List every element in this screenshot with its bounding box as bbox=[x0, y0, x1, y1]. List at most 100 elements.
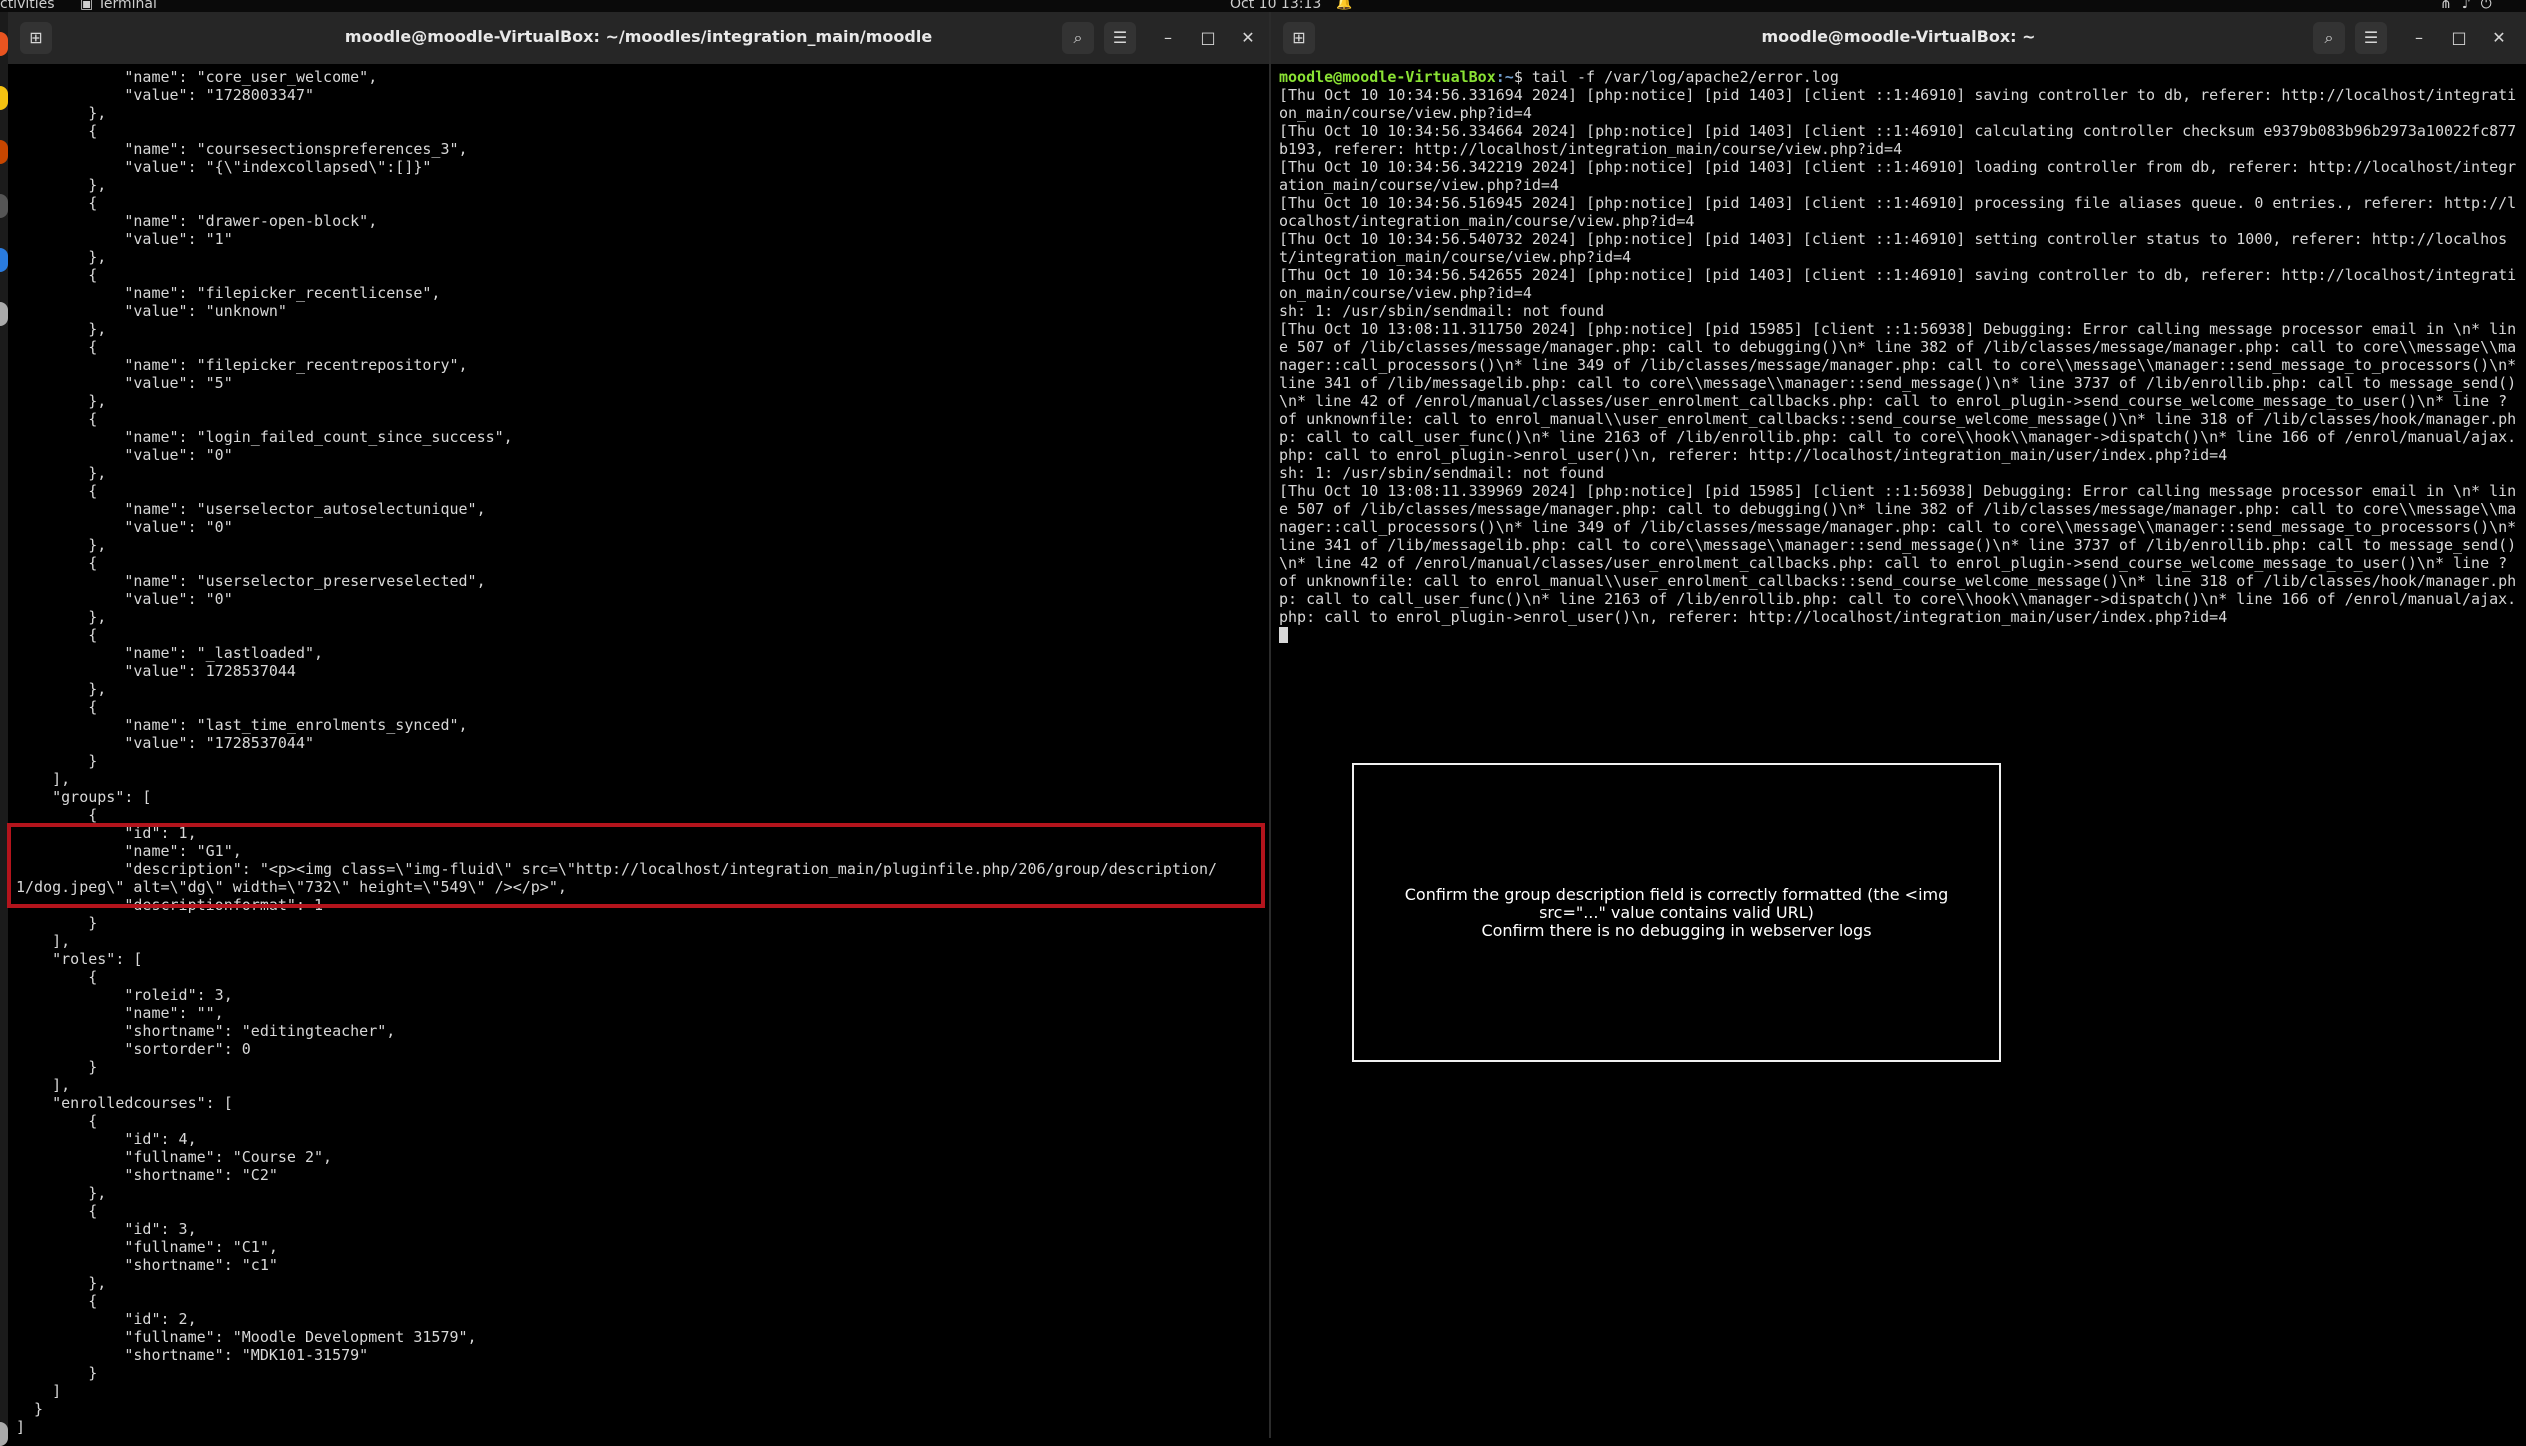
output-line: "roleid": 3, bbox=[16, 986, 233, 1004]
output-line: "value": "0" bbox=[16, 518, 233, 536]
log-line: [Thu Oct 10 10:34:56.334664 2024] [php:n… bbox=[1279, 122, 2517, 158]
output-line: }, bbox=[16, 248, 107, 266]
output-line: ], bbox=[16, 932, 71, 950]
terminal-window-right[interactable]: ⊞ moodle@moodle-VirtualBox: ~ ⌕ ☰ – □ ✕ … bbox=[1271, 12, 2526, 1438]
output-line: }, bbox=[16, 536, 107, 554]
network-icon: ⋔ bbox=[2440, 0, 2462, 12]
maximize-button[interactable]: □ bbox=[2443, 22, 2475, 54]
output-line: { bbox=[16, 1112, 98, 1130]
output-line: "groups": [ bbox=[16, 788, 152, 806]
search-icon: ⌕ bbox=[2324, 28, 2334, 47]
output-line: "roles": [ bbox=[16, 950, 143, 968]
close-button[interactable]: ✕ bbox=[2483, 22, 2515, 54]
output-line: "value": "5" bbox=[16, 374, 233, 392]
output-line: "name": "coursesectionspreferences_3", bbox=[16, 140, 468, 158]
output-line: "value": "1728003347" bbox=[16, 86, 315, 104]
output-line: { bbox=[16, 698, 98, 716]
output-line: }, bbox=[16, 464, 107, 482]
instruction-note: Confirm the group description field is c… bbox=[1352, 763, 2001, 1062]
note-line-1: Confirm the group description field is c… bbox=[1404, 884, 1949, 922]
note-line-2: Confirm there is no debugging in webserv… bbox=[1481, 920, 1872, 940]
output-line: "fullname": "Moodle Development 31579", bbox=[16, 1328, 477, 1346]
output-line: { bbox=[16, 338, 98, 356]
hamburger-icon: ☰ bbox=[1112, 28, 1128, 47]
dock-app-icon[interactable] bbox=[0, 248, 8, 272]
menu-button[interactable]: ☰ bbox=[1104, 22, 1136, 54]
output-line: }, bbox=[16, 104, 107, 122]
prompt-user: moodle@moodle-VirtualBox bbox=[1279, 68, 1496, 86]
output-line: "sortorder": 0 bbox=[16, 1040, 251, 1058]
output-line: "value": 1728537044 bbox=[16, 662, 296, 680]
output-line: "name": "filepicker_recentlicense", bbox=[16, 284, 441, 302]
output-line: "name": "userselector_autoselectunique", bbox=[16, 500, 486, 518]
log-line: [Thu Oct 10 10:34:56.542655 2024] [php:n… bbox=[1279, 266, 2517, 302]
output-line: "fullname": "C1", bbox=[16, 1238, 278, 1256]
close-button[interactable]: ✕ bbox=[1232, 22, 1264, 54]
terminal-output[interactable]: "name": "core_user_welcome", "value": "1… bbox=[16, 68, 1269, 1438]
output-line: { bbox=[16, 194, 98, 212]
show-apps-icon[interactable] bbox=[0, 1422, 8, 1446]
output-line: "value": "1" bbox=[16, 230, 233, 248]
output-line: ], bbox=[16, 1076, 71, 1094]
output-line: } bbox=[16, 1364, 98, 1382]
output-line: { bbox=[16, 482, 98, 500]
dock-app-icon[interactable] bbox=[0, 32, 8, 56]
output-line: "name": "drawer-open-block", bbox=[16, 212, 378, 230]
log-line: [Thu Oct 10 10:34:56.331694 2024] [php:n… bbox=[1279, 86, 2517, 122]
output-line: } bbox=[16, 752, 98, 770]
close-icon: ✕ bbox=[2492, 28, 2506, 47]
maximize-button[interactable]: □ bbox=[1192, 22, 1224, 54]
minimize-button[interactable]: – bbox=[2403, 22, 2435, 54]
dock-app-icon[interactable] bbox=[0, 302, 8, 326]
log-line: [Thu Oct 10 10:34:56.342219 2024] [php:n… bbox=[1279, 158, 2517, 194]
output-line: "value": "0" bbox=[16, 590, 233, 608]
terminal-output[interactable]: moodle@moodle-VirtualBox:~$ tail -f /var… bbox=[1279, 68, 2526, 1438]
app-menu-terminal[interactable]: ▣ Terminal bbox=[80, 0, 157, 11]
log-line: [Thu Oct 10 10:34:56.516945 2024] [php:n… bbox=[1279, 194, 2517, 230]
minimize-icon: – bbox=[1164, 28, 1172, 47]
json-output: "name": "core_user_welcome", "value": "1… bbox=[16, 68, 1269, 1436]
search-button[interactable]: ⌕ bbox=[1062, 22, 1094, 54]
output-line: "value": "1728537044" bbox=[16, 734, 315, 752]
system-tray[interactable]: ⋔♪⏻ bbox=[2440, 0, 2502, 12]
output-line: "name": "login_failed_count_since_succes… bbox=[16, 428, 513, 446]
command-text: tail -f /var/log/apache2/error.log bbox=[1522, 68, 1839, 86]
activities-button[interactable]: ctivities bbox=[0, 0, 55, 11]
output-line: "name": "core_user_welcome", bbox=[16, 68, 378, 86]
prompt-symbol: $ bbox=[1513, 68, 1523, 86]
output-line: ], bbox=[16, 770, 71, 788]
search-button[interactable]: ⌕ bbox=[2313, 22, 2345, 54]
output-line: "name": "userselector_preserveselected", bbox=[16, 572, 486, 590]
output-line: { bbox=[16, 806, 98, 824]
output-line: }, bbox=[16, 1184, 107, 1202]
minimize-button[interactable]: – bbox=[1152, 22, 1184, 54]
dock-terminal-icon[interactable] bbox=[0, 194, 8, 218]
maximize-icon: □ bbox=[1200, 28, 1216, 47]
output-line: "name": "_lastloaded", bbox=[16, 644, 324, 662]
volume-icon: ♪ bbox=[2461, 0, 2481, 12]
log-line: [Thu Oct 10 13:08:11.311750 2024] [php:n… bbox=[1279, 320, 2526, 464]
dock-app-icon[interactable] bbox=[0, 140, 8, 164]
output-line: "name": "filepicker_recentrepository", bbox=[16, 356, 468, 374]
output-line: { bbox=[16, 1292, 98, 1310]
menu-button[interactable]: ☰ bbox=[2355, 22, 2387, 54]
text-cursor bbox=[1279, 627, 1288, 643]
output-line: }, bbox=[16, 680, 107, 698]
log-line: sh: 1: /usr/sbin/sendmail: not found bbox=[1279, 464, 1605, 482]
output-line: "fullname": "Course 2", bbox=[16, 1148, 333, 1166]
output-line: }, bbox=[16, 320, 107, 338]
search-icon: ⌕ bbox=[1073, 28, 1083, 47]
dock-app-icon[interactable] bbox=[0, 86, 8, 110]
log-output: moodle@moodle-VirtualBox:~$ tail -f /var… bbox=[1279, 68, 2525, 644]
clock[interactable]: Oct 10 13:13 bbox=[1230, 0, 1321, 11]
output-line: "enrolledcourses": [ bbox=[16, 1094, 233, 1112]
output-line: "id": 3, bbox=[16, 1220, 197, 1238]
output-line: "name": "last_time_enrolments_synced", bbox=[16, 716, 468, 734]
log-line: [Thu Oct 10 10:34:56.540732 2024] [php:n… bbox=[1279, 230, 2508, 266]
output-line: "name": "", bbox=[16, 1004, 224, 1022]
maximize-icon: □ bbox=[2451, 28, 2467, 47]
output-line: "shortname": "MDK101-31579" bbox=[16, 1346, 369, 1364]
output-line: { bbox=[16, 122, 98, 140]
output-line: } bbox=[16, 1058, 98, 1076]
terminal-window-left[interactable]: ⊞ moodle@moodle-VirtualBox: ~/moodles/in… bbox=[8, 12, 1269, 1438]
